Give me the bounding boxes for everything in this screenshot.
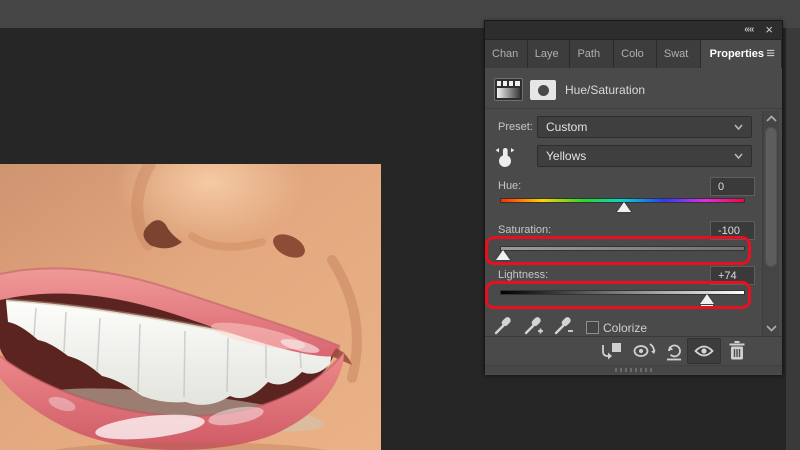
collapse-panel-icon[interactable]: «« <box>744 25 754 35</box>
divider <box>485 108 782 109</box>
lightness-label: Lightness: <box>498 269 549 281</box>
colorize-checkbox[interactable] <box>586 321 599 334</box>
channel-value: Yellows <box>546 149 587 163</box>
colorize-label: Colorize <box>603 321 648 335</box>
scroll-down-icon[interactable] <box>765 323 778 333</box>
panel-resize-gripper[interactable] <box>615 368 653 372</box>
hue-slider[interactable] <box>500 198 745 214</box>
panel-menu-icon[interactable]: ≡ <box>766 46 775 61</box>
adjustment-title: Hue/Saturation <box>565 83 646 97</box>
subtract-eyedropper-icon[interactable] <box>553 316 575 336</box>
delete-adjustment-trash-icon[interactable] <box>727 340 747 362</box>
properties-panel: «« × Chan Laye Path Colo Swat Properties… <box>484 20 783 375</box>
scroll-up-icon[interactable] <box>765 114 778 124</box>
document-image-smile-photo <box>0 164 381 450</box>
panel-body: Hue/Saturation Preset: Custom Yellows Hu… <box>485 68 782 375</box>
preset-value: Custom <box>546 120 588 134</box>
photoshop-workspace: { "window": { "collapse_icon": "««", "cl… <box>0 0 800 450</box>
hue-slider-thumb[interactable] <box>616 202 631 212</box>
chevron-down-icon <box>734 153 743 159</box>
hue-label: Hue: <box>498 180 522 192</box>
hue-saturation-adjustment-icon <box>494 78 523 101</box>
scrollbar-thumb[interactable] <box>765 127 777 267</box>
preset-label: Preset: <box>498 121 533 133</box>
toolbar-divider <box>485 336 782 337</box>
panel-title-bar: «« × <box>485 21 782 40</box>
panel-scrollbar[interactable] <box>762 111 779 337</box>
add-eyedropper-icon[interactable] <box>523 316 545 336</box>
clip-to-layer-icon[interactable] <box>599 341 623 361</box>
hue-value-input[interactable] <box>710 177 755 196</box>
panel-resize-strip <box>485 365 782 373</box>
visibility-toggle-button[interactable] <box>687 338 721 364</box>
channel-dropdown[interactable]: Yellows <box>537 145 752 167</box>
saturation-label: Saturation: <box>498 224 552 236</box>
eye-icon <box>694 345 714 357</box>
tab-paths[interactable]: Path <box>570 40 615 68</box>
lightness-annotation-box <box>485 281 751 309</box>
tab-color[interactable]: Colo <box>614 40 657 68</box>
tab-channels[interactable]: Chan <box>485 40 528 68</box>
tab-layers[interactable]: Laye <box>527 40 571 68</box>
dock-edge-strip <box>786 28 800 450</box>
mask-dot <box>537 84 549 96</box>
preset-dropdown[interactable]: Custom <box>537 116 752 138</box>
tab-swatches[interactable]: Swat <box>656 40 701 68</box>
chevron-down-icon <box>734 124 743 130</box>
close-panel-icon[interactable]: × <box>765 23 773 36</box>
layer-mask-icon[interactable] <box>530 80 556 100</box>
view-previous-state-icon[interactable] <box>631 340 658 362</box>
saturation-annotation-box <box>485 236 751 265</box>
targeted-adjustment-hand-icon[interactable] <box>492 143 518 169</box>
eyedropper-icon[interactable] <box>493 316 513 336</box>
reset-adjustment-icon[interactable] <box>663 340 685 362</box>
panel-tab-bar: Chan Laye Path Colo Swat Properties ≡ <box>485 40 782 68</box>
